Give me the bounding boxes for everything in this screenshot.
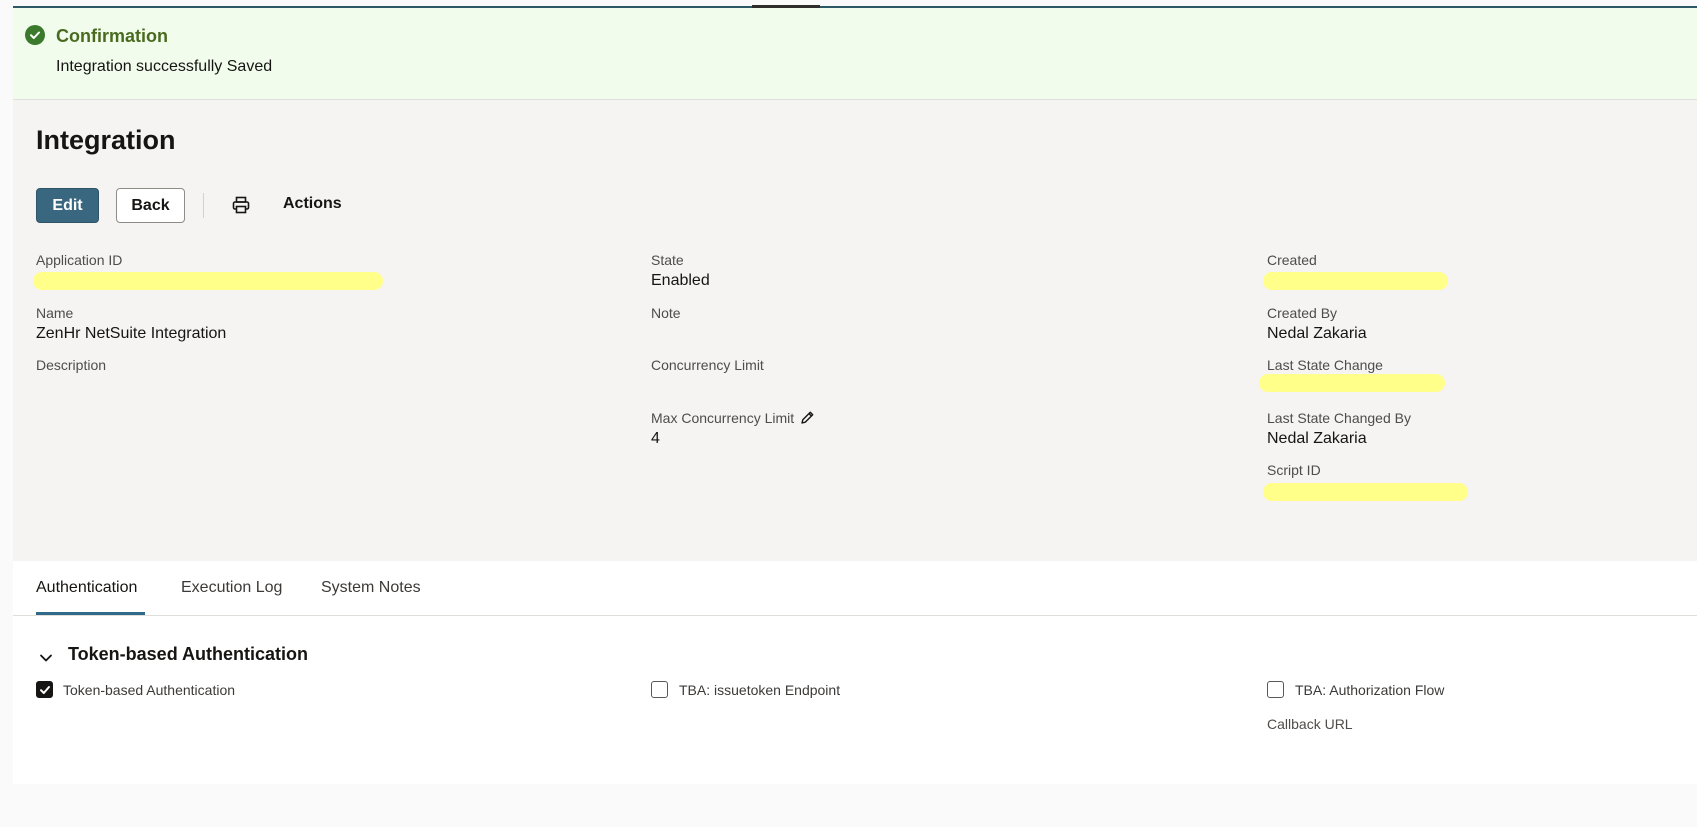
print-icon[interactable] <box>228 192 254 218</box>
token-based-auth-checkbox[interactable] <box>36 681 53 698</box>
confirmation-message: Integration successfully Saved <box>56 58 273 75</box>
state-value: Enabled <box>651 272 710 289</box>
subtabs: Authentication Execution Log System Note… <box>13 561 1697 616</box>
tba-authorization-flow-checkbox[interactable] <box>1267 681 1284 698</box>
last-state-changed-by-label: Last State Changed By <box>1267 410 1411 426</box>
created-by-label: Created By <box>1267 305 1338 321</box>
note-label: Note <box>651 305 681 321</box>
script-id-label: Script ID <box>1267 462 1321 478</box>
last-state-changed-by-value: Nedal Zakaria <box>1267 430 1367 447</box>
application-id-label: Application ID <box>36 252 123 268</box>
description-label: Description <box>36 357 107 373</box>
state-label: State <box>651 252 684 268</box>
redacted-application-id <box>33 272 383 290</box>
check-circle-icon <box>25 25 45 45</box>
last-state-change-label: Last State Change <box>1267 357 1383 373</box>
tba-issuetoken-checkbox[interactable] <box>651 681 668 698</box>
concurrency-limit-label: Concurrency Limit <box>651 357 764 373</box>
chevron-down-icon[interactable] <box>38 650 54 666</box>
max-concurrency-limit-value: 4 <box>651 430 660 447</box>
tba-authorization-flow-label: TBA: Authorization Flow <box>1295 682 1445 698</box>
redacted-last-state-change <box>1259 374 1445 392</box>
max-concurrency-limit-label: Max Concurrency Limit <box>651 410 815 428</box>
redacted-script-id <box>1263 483 1468 501</box>
name-label: Name <box>36 305 74 321</box>
pencil-icon[interactable] <box>800 410 815 428</box>
tba-issuetoken-label: TBA: issuetoken Endpoint <box>679 682 841 698</box>
name-value: ZenHr NetSuite Integration <box>36 325 227 342</box>
confirmation-banner: Confirmation Integration successfully Sa… <box>13 8 1697 100</box>
edit-button[interactable]: Edit <box>36 188 99 223</box>
page-title: Integration <box>36 125 176 155</box>
created-label: Created <box>1267 252 1317 268</box>
integration-details: Application ID Name ZenHr NetSuite Integ… <box>13 244 1697 561</box>
tab-authentication[interactable]: Authentication <box>36 579 137 597</box>
confirmation-title: Confirmation <box>56 26 168 46</box>
active-tab-indicator <box>36 612 145 615</box>
back-button[interactable]: Back <box>116 188 185 223</box>
page-header: Integration Edit Back Actions <box>13 100 1697 244</box>
max-concurrency-limit-text: Max Concurrency Limit <box>651 410 795 426</box>
actions-menu-button[interactable]: Actions <box>283 195 342 213</box>
token-auth-section: Token-based Authentication Token-based A… <box>13 616 1697 784</box>
created-by-value: Nedal Zakaria <box>1267 325 1367 342</box>
tab-system-notes[interactable]: System Notes <box>321 579 421 597</box>
callback-url-label: Callback URL <box>1267 716 1353 732</box>
toolbar-divider <box>203 193 204 218</box>
tab-execution-log[interactable]: Execution Log <box>181 579 282 597</box>
token-based-auth-label: Token-based Authentication <box>63 682 236 698</box>
section-title: Token-based Authentication <box>68 644 309 664</box>
redacted-created <box>1263 272 1448 290</box>
